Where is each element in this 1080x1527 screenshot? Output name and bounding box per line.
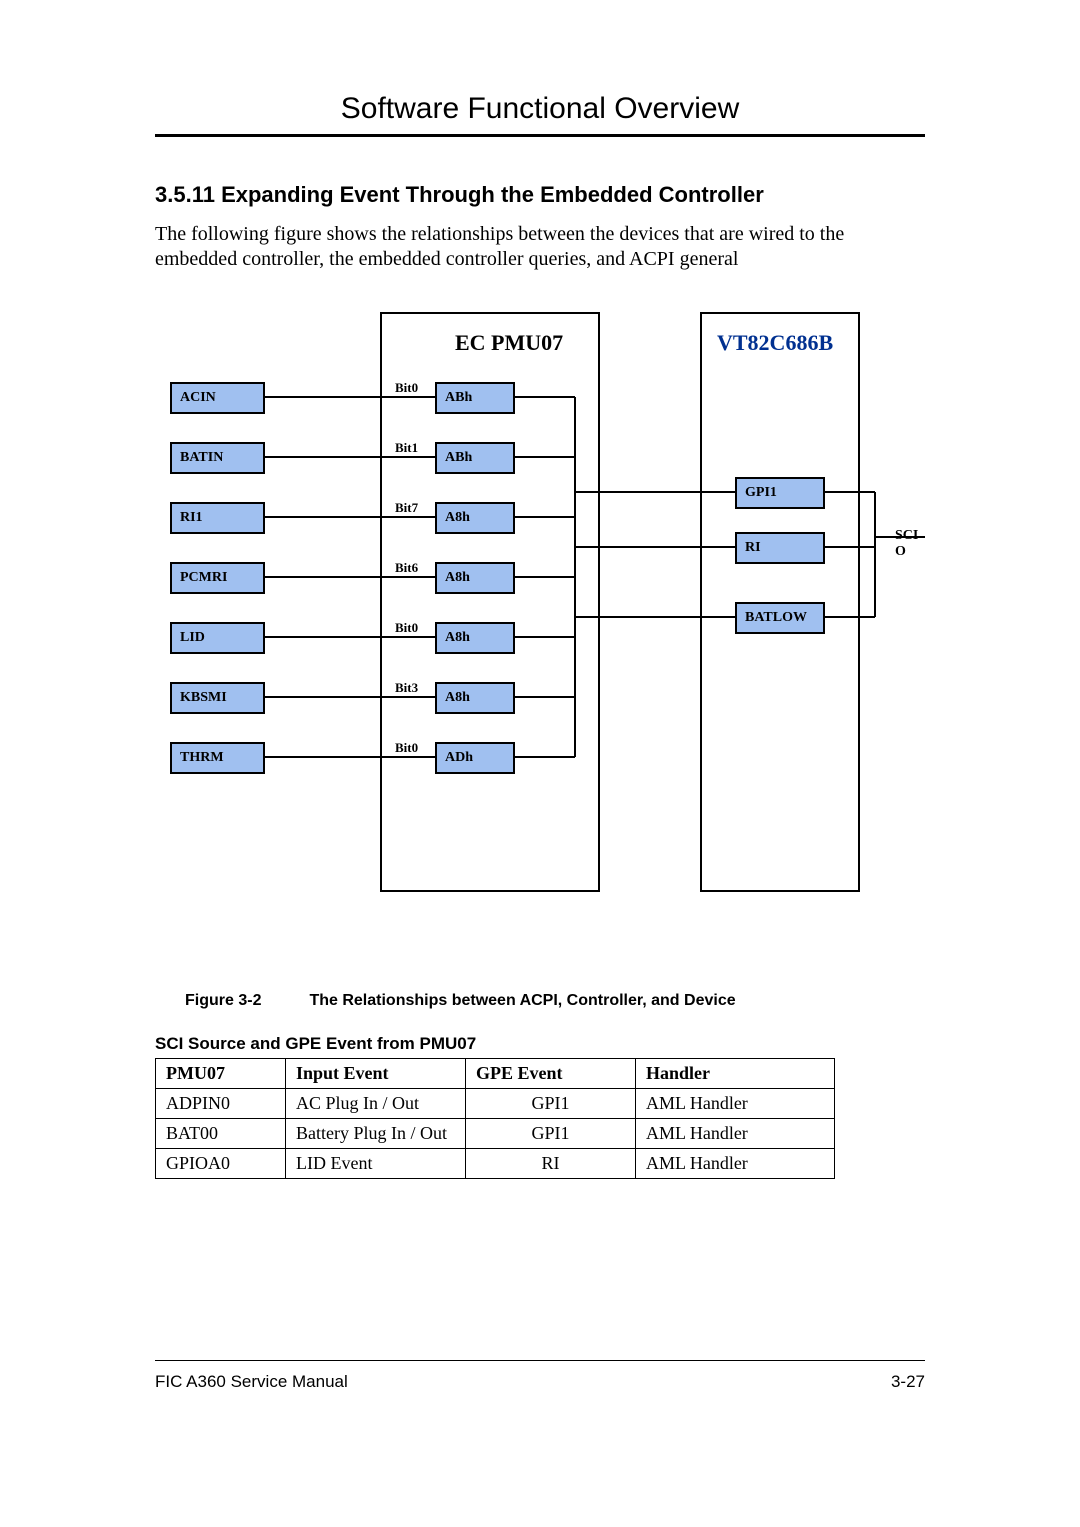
block-pcmri: PCMRI [170, 562, 265, 594]
vt-title: VT82C686B [717, 330, 833, 356]
footer-right: 3-27 [891, 1372, 925, 1392]
diagram: EC PMU07 VT82C686B ACIN BATIN RI1 PCMRI … [155, 312, 925, 952]
gpe-table: PMU07 Input Event GPE Event Handler ADPI… [155, 1058, 835, 1179]
block-batlow: BATLOW [735, 602, 825, 634]
cell: BAT00 [156, 1119, 286, 1149]
chapter-title: Software Functional Overview [155, 92, 925, 134]
block-gpi1: GPI1 [735, 477, 825, 509]
sci-out-label: SCI O [895, 528, 925, 560]
header-rule [155, 134, 925, 137]
cell: GPI1 [466, 1119, 636, 1149]
query-0: ABh [435, 382, 515, 414]
bit-6: Bit6 [395, 560, 418, 576]
th-gpe: GPE Event [466, 1059, 636, 1089]
th-pmu07: PMU07 [156, 1059, 286, 1089]
table-header-row: PMU07 Input Event GPE Event Handler [156, 1059, 835, 1089]
query-4: A8h [435, 622, 515, 654]
figure-number: Figure 3-2 [185, 992, 305, 1010]
query-6: ADh [435, 742, 515, 774]
bit-7: Bit7 [395, 500, 418, 516]
query-5: A8h [435, 682, 515, 714]
figure-caption: Figure 3-2 The Relationships between ACP… [185, 992, 925, 1010]
bit-0c: Bit0 [395, 740, 418, 756]
table-row: GPIOA0 LID Event RI AML Handler [156, 1149, 835, 1179]
block-ri: RI [735, 532, 825, 564]
query-2: A8h [435, 502, 515, 534]
bit-0b: Bit0 [395, 620, 418, 636]
block-batin: BATIN [170, 442, 265, 474]
th-input: Input Event [286, 1059, 466, 1089]
query-3: A8h [435, 562, 515, 594]
cell: RI [466, 1149, 636, 1179]
block-ri1: RI1 [170, 502, 265, 534]
intro-paragraph: The following figure shows the relations… [155, 222, 925, 272]
cell: AML Handler [636, 1119, 835, 1149]
cell: Battery Plug In / Out [286, 1119, 466, 1149]
bit-1: Bit1 [395, 440, 418, 456]
block-thrm: THRM [170, 742, 265, 774]
block-lid: LID [170, 622, 265, 654]
table-row: ADPIN0 AC Plug In / Out GPI1 AML Handler [156, 1089, 835, 1119]
block-acin: ACIN [170, 382, 265, 414]
block-kbsmi: KBSMI [170, 682, 265, 714]
cell: AML Handler [636, 1089, 835, 1119]
ec-title: EC PMU07 [455, 330, 563, 356]
cell: ADPIN0 [156, 1089, 286, 1119]
cell: AC Plug In / Out [286, 1089, 466, 1119]
cell: LID Event [286, 1149, 466, 1179]
table-subhead: SCI Source and GPE Event from PMU07 [155, 1034, 925, 1054]
figure-caption-text: The Relationships between ACPI, Controll… [309, 992, 735, 1009]
cell: GPI1 [466, 1089, 636, 1119]
table-row: BAT00 Battery Plug In / Out GPI1 AML Han… [156, 1119, 835, 1149]
th-handler: Handler [636, 1059, 835, 1089]
bit-3: Bit3 [395, 680, 418, 696]
cell: GPIOA0 [156, 1149, 286, 1179]
cell: AML Handler [636, 1149, 835, 1179]
section-heading: 3.5.11 Expanding Event Through the Embed… [155, 182, 925, 208]
footer-rule [155, 1360, 925, 1361]
footer-left: FIC A360 Service Manual [155, 1372, 348, 1392]
bit-0: Bit0 [395, 380, 418, 396]
query-1: ABh [435, 442, 515, 474]
